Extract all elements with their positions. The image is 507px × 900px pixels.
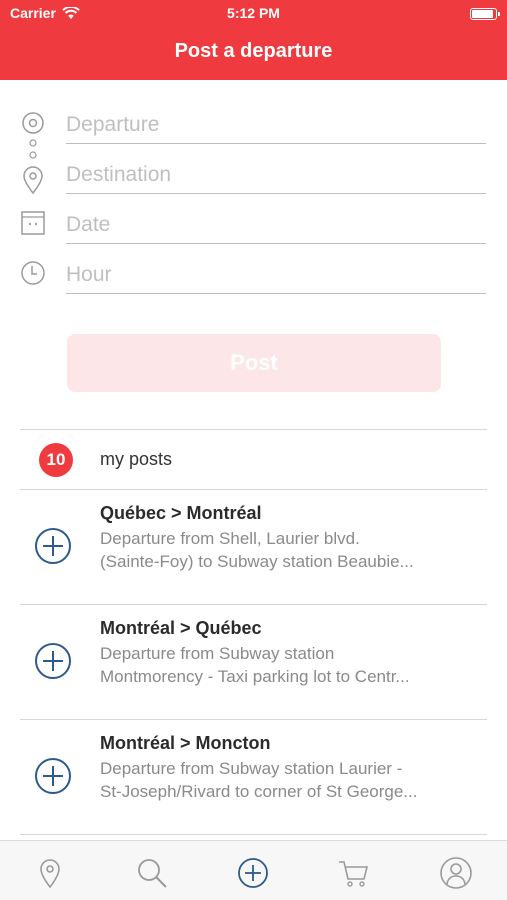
hour-field[interactable]: Hour [0,250,507,300]
route-title: Montréal > Québec [100,618,262,638]
route-title: Montréal > Moncton [100,733,271,753]
departure-placeholder: Departure [66,113,160,136]
route-description-line: St-Joseph/Rivard to corner of St George.… [100,782,418,801]
destination-placeholder: Destination [66,163,172,186]
route-description: Departure from Subway station Montmorenc… [100,642,480,688]
clock: 5:12 PM [227,5,280,21]
route-description-line: Montmorency - Taxi parking lot to Centr.… [100,667,410,686]
origin-icon [22,112,44,134]
page-title: Post a departure [174,40,333,62]
list-item[interactable]: Montréal > Québec Departure from Subway … [20,605,487,720]
list-item[interactable]: Montréal > Moncton Departure from Subway… [20,720,487,835]
date-placeholder: Date [66,213,111,236]
route-title: Québec > Montréal [100,503,262,523]
status-bar: Carrier 5:12 PM [0,0,507,28]
list-item[interactable]: Québec > Montréal Departure from Shell, … [20,490,487,605]
posts-count-badge: 10 [39,443,73,477]
my-posts-row[interactable]: 10 my posts [20,430,487,490]
hour-placeholder: Hour [66,263,112,286]
route-description: Departure from Subway station Laurier - … [100,757,480,803]
tab-profile[interactable] [438,855,474,891]
date-field[interactable]: Date [0,200,507,250]
destination-underline [66,193,486,194]
tab-location[interactable] [32,855,68,891]
tab-cart[interactable] [336,855,372,891]
route-description-line: (Sainte-Foy) to Subway station Beaubie..… [100,552,414,571]
route-description-line: Departure from Subway station [100,644,335,663]
tab-add[interactable] [235,855,271,891]
date-underline [66,243,486,244]
clock-icon [21,261,45,285]
destination-field[interactable]: Destination [0,150,507,200]
calendar-icon [21,211,45,235]
pin-icon [23,166,43,195]
header: Carrier 5:12 PM Post a departure [0,0,507,80]
battery-icon [470,8,500,20]
my-posts-label: my posts [100,449,173,469]
post-button[interactable]: Post [67,334,441,392]
route-description-line: Departure from Shell, Laurier blvd. [100,529,360,548]
add-icon[interactable] [33,641,73,681]
route-description: Departure from Shell, Laurier blvd. (Sai… [100,527,480,573]
hour-underline [66,293,486,294]
tab-search[interactable] [134,855,170,891]
divider [20,834,487,835]
add-icon[interactable] [33,756,73,796]
departure-field[interactable]: Departure [0,100,507,150]
tab-bar [0,840,507,900]
add-icon[interactable] [33,526,73,566]
departure-underline [66,143,486,144]
route-description-line: Departure from Subway station Laurier - [100,759,403,778]
battery-level [472,10,493,18]
